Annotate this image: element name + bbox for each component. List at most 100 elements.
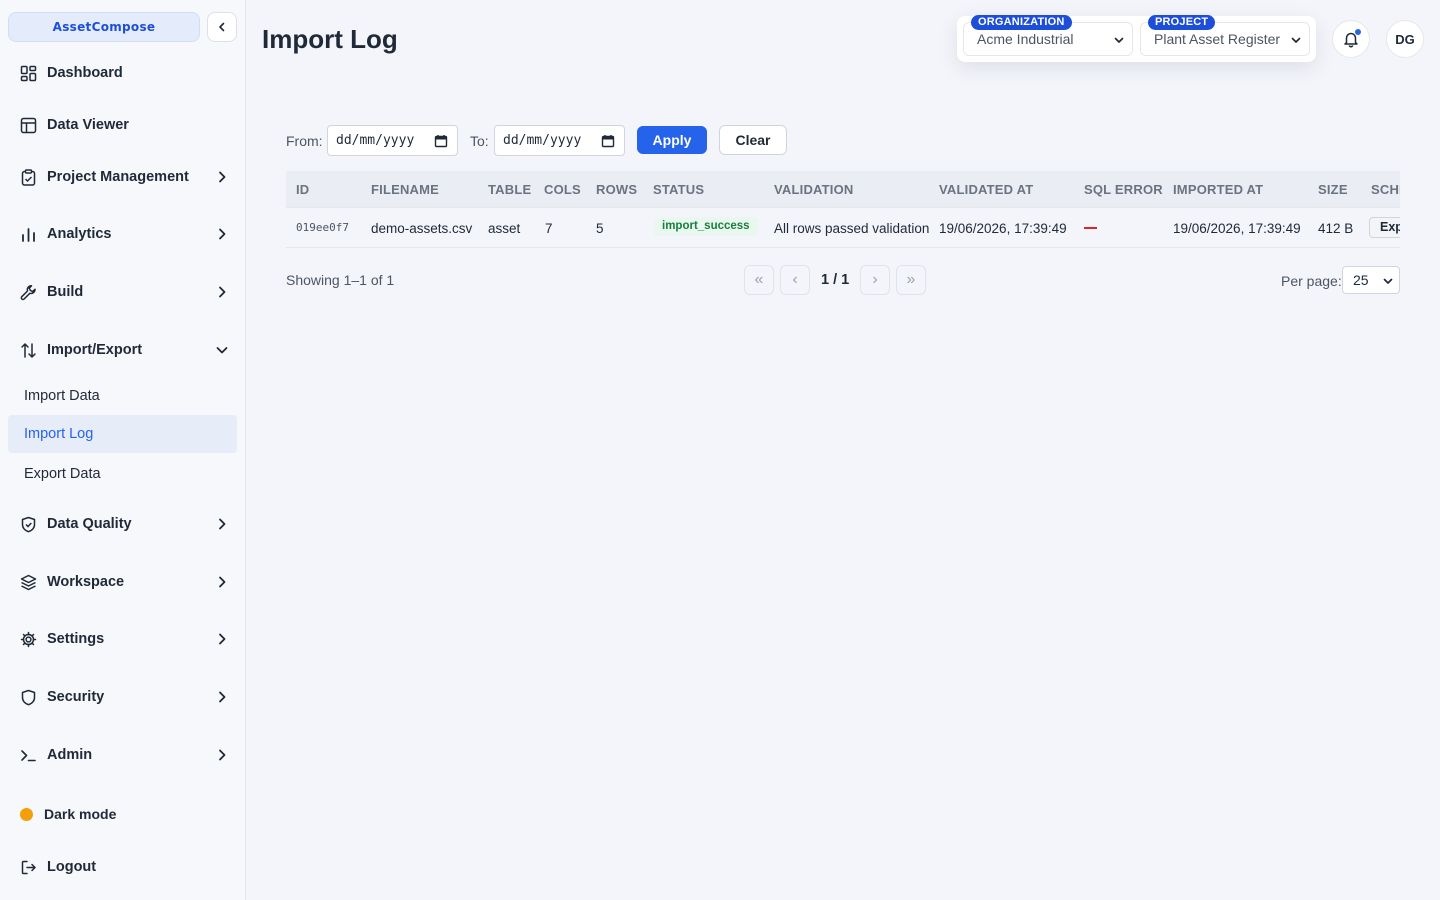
- to-date-placeholder: dd/mm/yyyy: [503, 133, 582, 148]
- avatar[interactable]: DG: [1386, 20, 1424, 58]
- sidebar-item-security[interactable]: Security: [8, 679, 238, 715]
- column-header-cols[interactable]: COLS: [544, 182, 581, 197]
- column-header-table[interactable]: TABLE: [488, 182, 531, 197]
- from-date-placeholder: dd/mm/yyyy: [336, 133, 415, 148]
- chevron-right-icon: [219, 286, 226, 298]
- column-header-status[interactable]: STATUS: [653, 182, 704, 197]
- last-page-button[interactable]: »: [896, 265, 926, 295]
- column-header-rows[interactable]: ROWS: [596, 182, 637, 197]
- column-header-id[interactable]: ID: [296, 182, 309, 197]
- cell-imported-at: 19/06/2026, 17:39:49: [1173, 221, 1301, 236]
- wrench-icon: [18, 282, 38, 302]
- notification-dot: [1355, 29, 1361, 35]
- sidebar-item-dashboard[interactable]: Dashboard: [8, 55, 238, 91]
- sidebar-item-data-quality[interactable]: Data Quality: [8, 506, 238, 542]
- next-page-button[interactable]: ›: [860, 265, 890, 295]
- apply-button[interactable]: Apply: [637, 126, 707, 154]
- sidebar-subitem-label: Export Data: [24, 466, 101, 482]
- organization-badge: ORGANIZATION: [971, 15, 1072, 30]
- sidebar-item-admin[interactable]: Admin: [8, 737, 238, 773]
- shield-icon: [18, 687, 38, 707]
- sidebar-item-label: Data Quality: [47, 516, 132, 532]
- column-header-size[interactable]: SIZE: [1318, 182, 1348, 197]
- context-selector-panel: Acme Industrial ORGANIZATION Plant Asset…: [957, 15, 1316, 62]
- organization-select-value: Acme Industrial: [977, 31, 1074, 47]
- column-header-sql-error[interactable]: SQL ERROR: [1084, 182, 1163, 197]
- sidebar-item-label: Dashboard: [47, 65, 123, 81]
- chevron-right-icon: [219, 228, 226, 240]
- chevron-down-icon: [216, 347, 228, 354]
- chevron-left-icon: [219, 22, 225, 32]
- sidebar-item-label: Project Management: [47, 169, 189, 185]
- table-row[interactable]: 019ee0f7 demo-assets.csv asset 7 5 impor…: [286, 208, 1400, 248]
- brand-row: AssetCompose: [8, 12, 238, 42]
- clear-button[interactable]: Clear: [719, 125, 787, 155]
- sidebar-item-project-management[interactable]: Project Management: [8, 159, 238, 195]
- calendar-icon[interactable]: [601, 134, 615, 148]
- cell-sql-error-empty: [1084, 227, 1097, 229]
- sidebar-item-label: Settings: [47, 631, 105, 647]
- page-title: Import Log: [262, 24, 398, 54]
- column-header-validated-at[interactable]: VALIDATED AT: [939, 182, 1033, 197]
- to-date-input[interactable]: dd/mm/yyyy: [494, 125, 625, 156]
- page-indicator: 1 / 1: [821, 272, 850, 288]
- dark-mode-indicator-icon: [20, 807, 33, 821]
- cell-size: 412 B: [1318, 221, 1354, 236]
- pagination-summary: Showing 1–1 of 1: [286, 272, 395, 288]
- dashboard-icon: [18, 63, 38, 83]
- cell-validated-at: 19/06/2026, 17:39:49: [939, 221, 1067, 236]
- table-header: ID FILENAME TABLE COLS ROWS STATUS VALID…: [286, 171, 1400, 208]
- logout-icon: [18, 857, 38, 877]
- sidebar-item-settings[interactable]: Settings: [8, 621, 238, 657]
- logout-button[interactable]: Logout: [8, 849, 238, 885]
- terminal-icon: [18, 745, 38, 765]
- sidebar-subitem-import-data[interactable]: Import Data: [8, 377, 237, 415]
- chevron-down-icon: [1383, 278, 1393, 284]
- table-icon: [18, 115, 38, 135]
- cell-id: 019ee0f7: [296, 221, 349, 234]
- chevron-right-icon: [219, 633, 226, 645]
- column-header-filename[interactable]: FILENAME: [371, 182, 439, 197]
- sidebar-item-data-viewer[interactable]: Data Viewer: [8, 107, 238, 143]
- sidebar-item-label: Logout: [47, 859, 97, 875]
- gear-icon: [18, 629, 38, 649]
- chevron-right-icon: [219, 518, 226, 530]
- per-page-select[interactable]: 25: [1342, 266, 1400, 294]
- dark-mode-toggle[interactable]: Dark mode: [8, 796, 238, 832]
- sidebar-item-import-export[interactable]: Import/Export: [8, 332, 238, 368]
- clipboard-icon: [18, 167, 38, 187]
- calendar-icon[interactable]: [434, 134, 448, 148]
- sidebar-item-label: Dark mode: [44, 806, 117, 822]
- sidebar-item-label: Workspace: [47, 574, 125, 590]
- sidebar-subitem-export-data[interactable]: Export Data: [8, 455, 237, 493]
- arrows-up-down-icon: [18, 340, 38, 360]
- sidebar-subitem-import-log[interactable]: Import Log: [8, 415, 237, 453]
- cell-validation: All rows passed validation: [774, 221, 930, 236]
- column-header-imported-at[interactable]: IMPORTED AT: [1173, 182, 1263, 197]
- column-header-validation[interactable]: VALIDATION: [774, 182, 854, 197]
- from-date-input[interactable]: dd/mm/yyyy: [327, 125, 458, 156]
- bar-chart-icon: [18, 224, 38, 244]
- previous-page-button[interactable]: ‹: [780, 265, 810, 295]
- sidebar-item-label: Security: [47, 689, 105, 705]
- project-badge: PROJECT: [1148, 15, 1216, 30]
- chevron-down-icon: [1291, 37, 1301, 43]
- per-page-label: Per page:: [1281, 273, 1342, 289]
- cell-rows: 5: [596, 221, 604, 236]
- layers-icon: [18, 572, 38, 592]
- sidebar-item-analytics[interactable]: Analytics: [8, 216, 238, 252]
- column-header-schema[interactable]: SCHEMA: [1371, 182, 1400, 197]
- collapse-sidebar-button[interactable]: [207, 12, 237, 42]
- sidebar-item-workspace[interactable]: Workspace: [8, 564, 238, 600]
- notifications-button[interactable]: [1332, 20, 1370, 58]
- chevron-right-icon: [219, 749, 226, 761]
- first-page-button[interactable]: «: [744, 265, 774, 295]
- export-schema-button[interactable]: Export: [1369, 217, 1400, 238]
- main-content: Import Log Acme Industrial ORGANIZATION …: [246, 0, 1440, 900]
- cell-filename: demo-assets.csv: [371, 221, 473, 236]
- sidebar-item-build[interactable]: Build: [8, 274, 238, 310]
- brand-logo[interactable]: AssetCompose: [8, 12, 200, 42]
- from-label: From:: [286, 133, 323, 149]
- status-badge: import_success: [654, 217, 758, 236]
- to-label: To:: [470, 133, 489, 149]
